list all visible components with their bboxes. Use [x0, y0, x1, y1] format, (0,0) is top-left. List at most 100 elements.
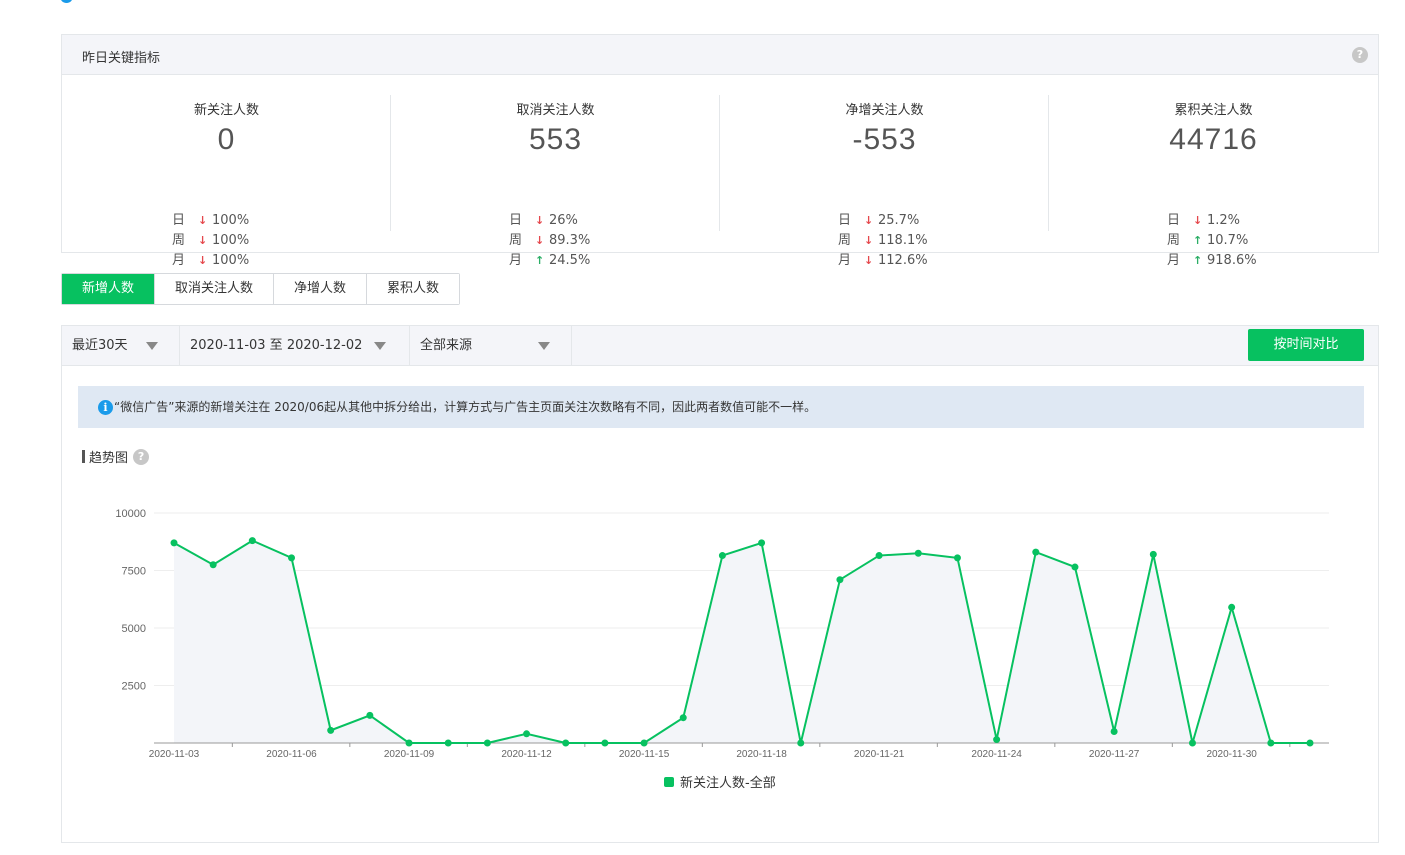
data-point[interactable] — [993, 736, 1001, 744]
data-point[interactable] — [640, 739, 648, 747]
data-point[interactable] — [1188, 739, 1196, 747]
data-point[interactable] — [1110, 728, 1118, 735]
data-point[interactable] — [797, 739, 805, 747]
data-point[interactable] — [875, 552, 883, 560]
x-tick-label: 2020-11-18 — [736, 749, 787, 760]
y-tick-label: 7500 — [122, 566, 146, 578]
data-point[interactable] — [327, 726, 335, 734]
x-tick-label: 2020-11-12 — [501, 749, 552, 760]
tab-new[interactable]: 新增人数 — [62, 274, 156, 304]
chevron-down-icon — [146, 342, 158, 350]
trend-row: 月 ↓ 100% — [172, 251, 249, 271]
data-point[interactable] — [1071, 563, 1079, 571]
arrow-down-icon: ↓ — [198, 234, 208, 247]
data-point[interactable] — [1032, 548, 1040, 556]
help-icon[interactable]: ? — [1352, 47, 1368, 63]
trend-row: 日 ↓ 100% — [172, 211, 249, 231]
trend-period: 日 — [172, 213, 186, 228]
date-range-value: 2020-11-03 至 2020-12-02 — [190, 338, 363, 353]
trend-row: 日 ↓ 1.2% — [1167, 211, 1257, 231]
data-point[interactable] — [444, 739, 452, 747]
trend-value: 10.7% — [1207, 233, 1249, 248]
tab-cumulative[interactable]: 累积人数 — [367, 274, 460, 304]
trend-period: 日 — [838, 213, 852, 228]
metric-tabs: 新增人数 取消关注人数 净增人数 累积人数 — [61, 273, 461, 305]
date-range-select[interactable]: 2020-11-03 至 2020-12-02 — [180, 326, 410, 365]
data-point[interactable] — [601, 739, 609, 747]
trend-value: 100% — [212, 233, 250, 248]
metric-trends: 日 ↓ 1.2% 周 ↑ 10.7% 月 ↑ 918.6% — [1167, 211, 1257, 271]
data-point[interactable] — [366, 711, 374, 719]
arrow-up-icon: ↑ — [535, 254, 545, 267]
trend-row: 周 ↓ 118.1% — [838, 231, 928, 251]
arrow-down-icon: ↓ — [535, 214, 545, 227]
arrow-down-icon: ↓ — [864, 254, 874, 267]
data-point[interactable] — [914, 549, 922, 557]
x-tick-label: 2020-11-15 — [619, 749, 670, 760]
data-point[interactable] — [170, 539, 178, 547]
trend-row: 日 ↓ 25.7% — [838, 211, 928, 231]
source-select[interactable]: 全部来源 — [410, 326, 572, 365]
data-point[interactable] — [209, 561, 217, 569]
data-point[interactable] — [288, 554, 296, 562]
trend-value: 112.6% — [878, 253, 928, 268]
notice-banner: i “微信广告”来源的新增关注在 2020/06起从其他中拆分给出，计算方式与广… — [78, 386, 1364, 428]
chevron-down-icon — [538, 342, 550, 350]
data-point[interactable] — [1228, 603, 1236, 611]
trend-period: 日 — [509, 213, 523, 228]
tab-net[interactable]: 净增人数 — [274, 274, 368, 304]
trend-value: 25.7% — [878, 213, 920, 228]
info-icon: i — [98, 400, 113, 415]
metric-card: 累积关注人数 44716 日 ↓ 1.2% 周 ↑ 10.7% 月 ↑ 918.6% — [1049, 75, 1378, 268]
compare-by-time-button[interactable]: 按时间对比 — [1248, 329, 1364, 361]
metric-label: 取消关注人数 — [516, 103, 595, 118]
data-point[interactable] — [836, 576, 844, 584]
arrow-down-icon: ↓ — [198, 254, 208, 267]
data-point[interactable] — [483, 739, 491, 747]
trend-row: 周 ↓ 100% — [172, 231, 249, 251]
chart-legend[interactable]: 新关注人数-全部 — [664, 772, 776, 791]
arrow-up-icon: ↑ — [1193, 234, 1203, 247]
trend-value: 24.5% — [549, 253, 591, 268]
data-point[interactable] — [1149, 550, 1157, 558]
data-point[interactable] — [679, 714, 687, 722]
metric-label: 累积关注人数 — [1174, 103, 1253, 118]
trend-value: 89.3% — [549, 233, 591, 248]
metric-value: 44716 — [1169, 123, 1258, 156]
tab-unfollow[interactable]: 取消关注人数 — [155, 274, 275, 304]
trend-value: 100% — [212, 213, 250, 228]
arrow-down-icon: ↓ — [864, 214, 874, 227]
x-tick-label: 2020-11-30 — [1206, 749, 1257, 760]
trend-row: 周 ↑ 10.7% — [1167, 231, 1257, 251]
y-tick-label: 10000 — [115, 508, 146, 520]
key-metrics-cards: 新关注人数 0 日 ↓ 100% 周 ↓ 100% 月 ↓ 100% 取消关注人数 553 日 ↓ 26% 周 ↓… — [62, 75, 1378, 268]
range-select[interactable]: 最近30天 — [62, 326, 180, 365]
trend-row: 周 ↓ 89.3% — [509, 231, 590, 251]
data-point[interactable] — [248, 537, 256, 545]
data-point[interactable] — [1267, 739, 1275, 747]
legend-label: 新关注人数-全部 — [680, 776, 776, 791]
data-point[interactable] — [1306, 739, 1314, 747]
data-point[interactable] — [562, 739, 570, 747]
arrow-down-icon: ↓ — [198, 214, 208, 227]
data-point[interactable] — [718, 552, 726, 560]
data-point[interactable] — [523, 730, 531, 738]
arrow-up-icon: ↑ — [1193, 254, 1203, 267]
data-point[interactable] — [758, 539, 766, 547]
x-tick-label: 2020-11-06 — [266, 749, 317, 760]
data-point[interactable] — [405, 739, 413, 747]
trend-row: 月 ↑ 918.6% — [1167, 251, 1257, 271]
filter-bar: 最近30天 2020-11-03 至 2020-12-02 全部来源 按时间对比 — [62, 326, 1378, 366]
metric-card: 新关注人数 0 日 ↓ 100% 周 ↓ 100% 月 ↓ 100% — [62, 75, 391, 268]
metric-card: 取消关注人数 553 日 ↓ 26% 周 ↓ 89.3% 月 ↑ 24.5% — [391, 75, 720, 268]
data-point[interactable] — [953, 554, 961, 562]
trend-chart: 2500 5000 7500 10000 2020-11-03 2020-11-06 202… — [115, 508, 1329, 760]
trend-row: 月 ↑ 24.5% — [509, 251, 590, 271]
trend-value: 1.2% — [1207, 213, 1241, 228]
trend-period: 月 — [838, 253, 852, 268]
legend-swatch — [664, 776, 674, 787]
key-metrics-panel: 昨日关键指标 ? 新关注人数 0 日 ↓ 100% 周 ↓ 100% 月 ↓ 100% 取消关注人数 5… — [61, 34, 1379, 268]
trend-period: 周 — [1167, 233, 1181, 248]
key-metrics-title: 昨日关键指标 — [82, 51, 161, 66]
help-icon[interactable]: ? — [133, 448, 150, 465]
